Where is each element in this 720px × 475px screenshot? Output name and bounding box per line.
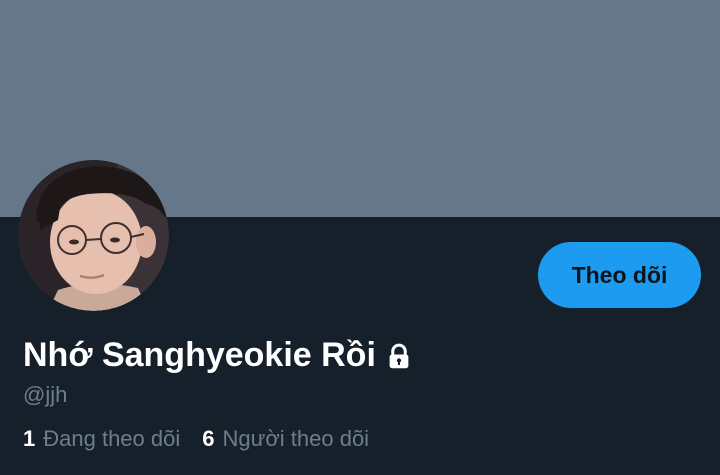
user-handle: @jjh (23, 382, 68, 407)
following-label: Đang theo dõi (43, 426, 181, 451)
following-count: 1 (23, 426, 36, 451)
followers-count: 6 (202, 426, 215, 451)
display-name-row: Nhớ Sanghyeokie Rồi (23, 333, 414, 377)
followers-label: Người theo dõi (222, 426, 370, 451)
following-stat[interactable]: 1 Đang theo dõi (23, 424, 180, 454)
lock-icon (384, 342, 414, 372)
avatar[interactable] (18, 160, 169, 311)
followers-stat[interactable]: 6 Người theo dõi (202, 424, 369, 454)
avatar-image (18, 160, 169, 311)
follow-button[interactable]: Theo dõi (538, 242, 701, 308)
display-name: Nhớ Sanghyeokie Rồi (23, 336, 376, 374)
profile-stats: 1 Đang theo dõi 6 Người theo dõi (23, 424, 369, 454)
